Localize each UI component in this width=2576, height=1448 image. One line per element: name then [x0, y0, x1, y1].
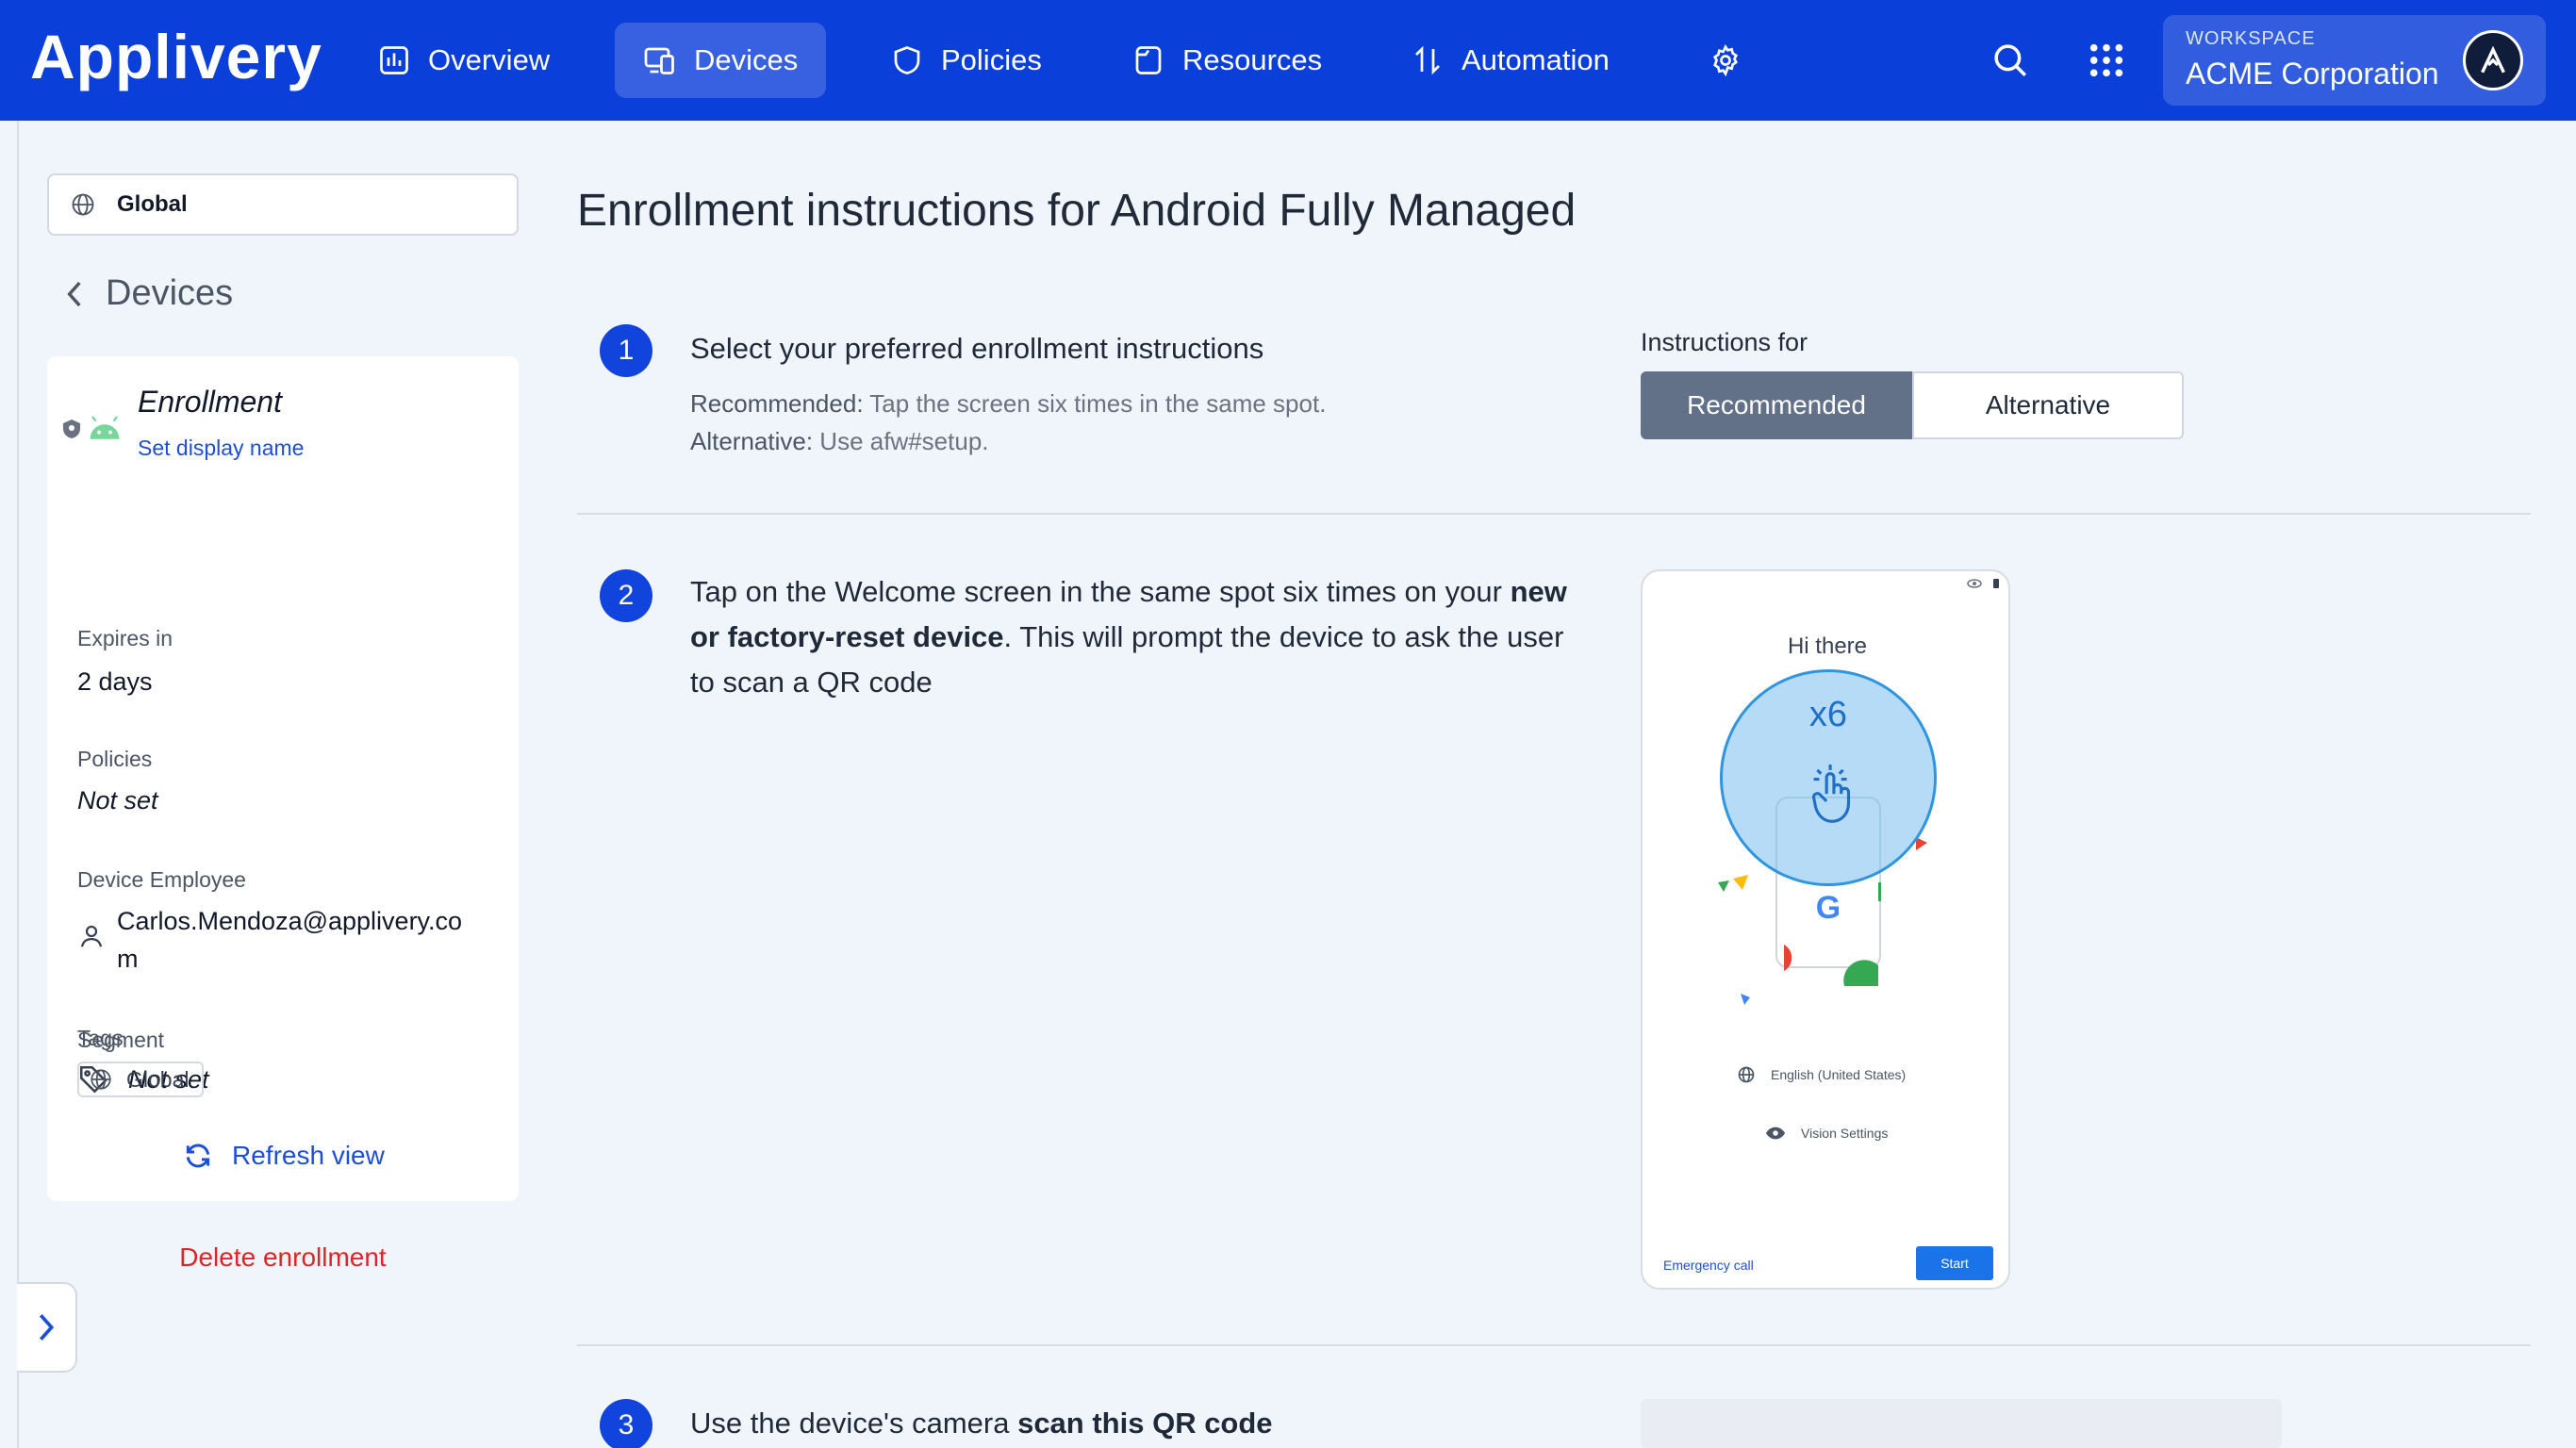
- svg-text:G: G: [1816, 890, 1841, 926]
- devices-icon: [644, 47, 674, 74]
- employee-value[interactable]: Carlos.Mendoza@applivery.co: [117, 907, 462, 936]
- nav-resources-label: Resources: [1182, 43, 1323, 76]
- step-2-number: 2: [600, 569, 652, 622]
- recommended-detail: Tap the screen six times in the same spo…: [863, 389, 1327, 418]
- platform-badges: [60, 415, 123, 443]
- phone-emergency-call: Emergency call: [1663, 1258, 1754, 1273]
- nav-automation[interactable]: Automation: [1382, 23, 1638, 98]
- globe-icon: [91, 1069, 111, 1090]
- workspace-avatar: [2463, 30, 2523, 90]
- refresh-icon: [186, 1144, 210, 1168]
- refresh-view-button[interactable]: Refresh view: [183, 1141, 385, 1171]
- segment-chip: Global: [77, 1061, 205, 1097]
- grid-icon: [2089, 43, 2123, 77]
- workspace-logo-icon: [2481, 45, 2505, 74]
- phone-vision-option: Vision Settings: [1765, 1126, 1888, 1141]
- workspace-switcher[interactable]: WORKSPACE ACME Corporation: [2163, 15, 2546, 106]
- nav-devices[interactable]: Devices: [615, 23, 827, 98]
- phone-illustration: Hi there G x6 English (United States) Vi…: [1641, 569, 2010, 1290]
- chevron-right-icon: [39, 1314, 55, 1341]
- policies-value: Not set: [77, 786, 158, 814]
- nav-overview[interactable]: Overview: [349, 23, 578, 98]
- tap-indicator: x6: [1720, 669, 1937, 886]
- workspace-caption: WORKSPACE: [2186, 28, 2316, 49]
- step-3-text: Use the device's camera scan this QR cod…: [690, 1401, 1273, 1446]
- shield-icon: [894, 46, 920, 74]
- step-3-text-a: Use the device's camera: [690, 1407, 1018, 1440]
- search-button[interactable]: [1984, 34, 2037, 87]
- sidebar: Global Devices Enrollment Set display na…: [17, 121, 537, 1448]
- nav-policies-label: Policies: [941, 43, 1042, 76]
- scope-label: Global: [117, 191, 188, 217]
- step-3-text-b: scan this QR code: [1017, 1407, 1273, 1440]
- top-navigation-bar: Applivery Overview Devices Policies Reso…: [0, 0, 2576, 121]
- alternative-detail: Use afw#setup.: [813, 427, 989, 455]
- back-to-devices-link[interactable]: Devices: [62, 273, 233, 314]
- recommended-toggle[interactable]: Recommended: [1641, 371, 1912, 439]
- search-icon: [1994, 44, 2026, 76]
- nav-policies[interactable]: Policies: [862, 23, 1070, 98]
- user-icon: [80, 925, 103, 947]
- eye-icon: [1765, 1127, 1786, 1140]
- step-2-text-d: . This will prompt the device to ask the…: [1003, 620, 1564, 653]
- back-label: Devices: [106, 273, 234, 313]
- page-title: Enrollment instructions for Android Full…: [577, 186, 1577, 236]
- phone-start-button: Start: [1916, 1246, 1993, 1280]
- nav-resources[interactable]: Resources: [1103, 23, 1350, 98]
- gear-icon: [1713, 44, 1738, 77]
- step-2-text: Tap on the Welcome screen in the same sp…: [690, 569, 1577, 705]
- step-1-alternative: Alternative: Use afw#setup.: [690, 422, 989, 460]
- workspace-name: ACME Corporation: [2186, 57, 2439, 90]
- step-2-text-b: new: [1510, 575, 1567, 608]
- section-divider: [577, 513, 2531, 515]
- globe-icon: [72, 193, 94, 216]
- nav-overview-label: Overview: [428, 43, 551, 76]
- step-2-text-c: or factory-reset device: [690, 620, 1004, 653]
- chart-icon: [380, 46, 408, 74]
- delete-enrollment-link[interactable]: Delete enrollment: [19, 1242, 547, 1273]
- qr-code-area: [1641, 1399, 2282, 1448]
- phone-language-label: English (United States): [1771, 1067, 1907, 1082]
- folder-icon: [1135, 46, 1162, 74]
- enrollment-title: Enrollment: [138, 385, 282, 419]
- app-launcher-button[interactable]: [2080, 34, 2133, 87]
- expires-value: 2 days: [77, 667, 153, 696]
- android-icon: [90, 416, 120, 439]
- nav-devices-label: Devices: [694, 43, 799, 76]
- app-logo[interactable]: Applivery: [30, 21, 322, 92]
- step-1-recommended: Recommended: Tap the screen six times in…: [690, 385, 1326, 422]
- instructions-for-label: Instructions for: [1641, 328, 1808, 356]
- tap-count: x6: [1808, 695, 1848, 734]
- tap-hand-icon: [1812, 765, 1851, 823]
- step-2-text-e: to scan a QR code: [690, 666, 933, 699]
- expand-sidebar-button[interactable]: [17, 1282, 77, 1373]
- alternative-toggle[interactable]: Alternative: [1912, 371, 2184, 439]
- step-1-number: 1: [600, 324, 652, 377]
- scope-selector[interactable]: Global: [47, 173, 519, 236]
- recommended-prefix: Recommended:: [690, 389, 864, 418]
- nav-automation-label: Automation: [1461, 43, 1610, 76]
- policies-label: Policies: [77, 747, 153, 771]
- automation-icon: [1415, 45, 1440, 75]
- refresh-label: Refresh view: [232, 1141, 385, 1170]
- alternative-prefix: Alternative:: [690, 427, 814, 455]
- section-divider: [577, 1344, 2531, 1346]
- employee-value-wrap: m: [117, 945, 139, 973]
- chevron-left-icon: [67, 281, 81, 306]
- step-2-text-a: Tap on the Welcome screen in the same sp…: [690, 575, 1511, 608]
- step-3-number: 3: [600, 1399, 652, 1448]
- set-display-name-link[interactable]: Set display name: [138, 436, 304, 461]
- phone-vision-label: Vision Settings: [1801, 1126, 1889, 1141]
- settings-button[interactable]: [1699, 34, 1752, 87]
- step-1-text: Select your preferred enrollment instruc…: [690, 332, 1264, 365]
- segment-label: Segment: [77, 1028, 165, 1052]
- globe-icon: [1738, 1066, 1755, 1083]
- phone-language-option: English (United States): [1737, 1065, 1906, 1084]
- shield-badge-icon: [63, 420, 80, 438]
- segment-value: Global: [126, 1066, 190, 1092]
- expires-label: Expires in: [77, 626, 173, 650]
- employee-label: Device Employee: [77, 867, 246, 892]
